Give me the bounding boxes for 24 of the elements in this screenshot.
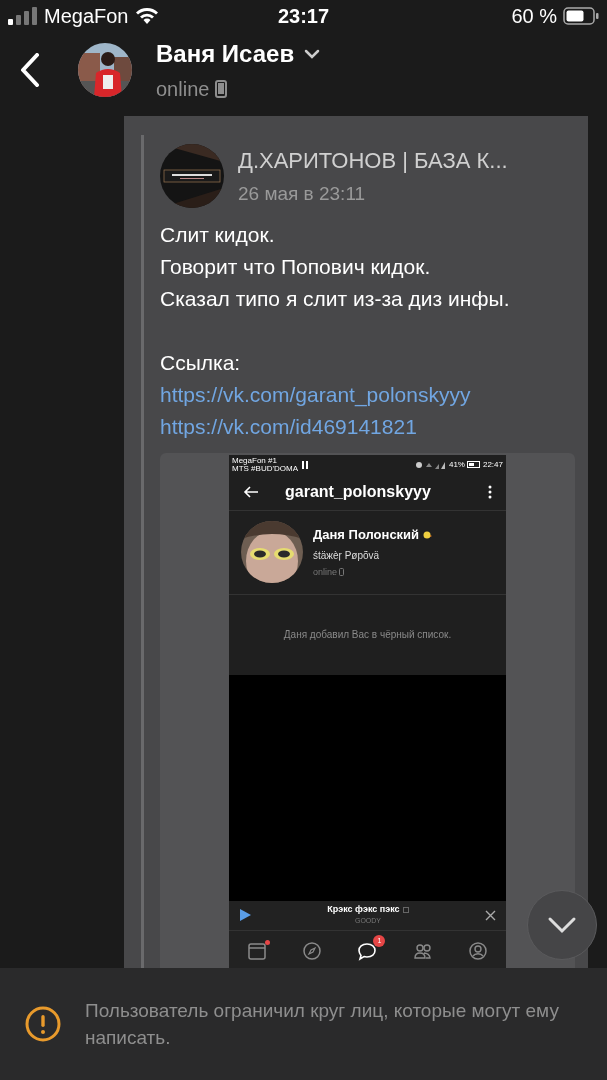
post-text: Сказал типо я слит из-за диз инфы. [160,285,511,312]
profile-status: śtäжèŗ Pøpõvä [313,548,381,563]
battery-percent: 60 % [511,4,557,29]
post-date: 26 мая в 23:11 [238,182,367,206]
post-link[interactable]: https://vk.com/garant_polonskyyy [160,378,575,411]
restriction-notice: Пользователь ограничил круг лиц, которые могут ему написать. [85,999,560,1050]
contact-name[interactable]: Ваня Исаев [156,36,295,72]
post-text: Говорит что Попович кидок. [160,253,432,280]
profile-name: Даня Полонский [313,526,420,544]
post-text: Ссылка: [160,349,242,376]
carrier-name: MegaFon [44,4,129,29]
post-link[interactable]: https://vk.com/id469141821 [160,410,575,443]
track-title: Крэкс фэкс пэкс [327,904,400,915]
screen-title: garant_polonskyyy [285,482,432,502]
blocked-notice: Даня добавил Вас в чёрный список. [283,628,452,642]
presence-status: online [156,77,210,102]
clock: 22:47 [482,458,503,471]
presence-status: online [313,565,338,579]
carrier-name: MTS #BUD'DOMA [232,464,298,473]
carrier-name: MegaFon #1 [232,456,278,465]
clock: 23:17 [276,4,331,29]
post-text: Слит кидок. [160,221,276,248]
author-name[interactable]: Д.ХАРИТОНОВ | БАЗА К... [238,144,508,177]
battery-percent: 41% [448,458,465,471]
